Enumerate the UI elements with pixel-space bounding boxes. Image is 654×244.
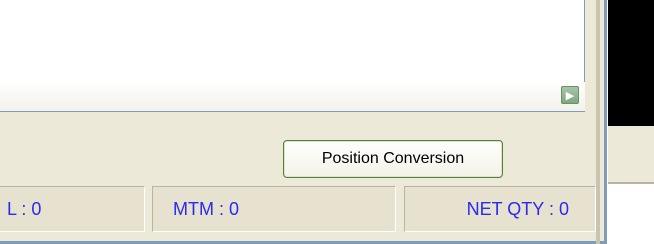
scroll-right-glyph: ▶ bbox=[565, 88, 575, 102]
position-conversion-label: Position Conversion bbox=[321, 150, 465, 167]
position-conversion-button[interactable]: Position Conversion bbox=[283, 140, 503, 178]
background-window-rule bbox=[608, 182, 654, 184]
window-divider bbox=[596, 0, 600, 244]
net-qty-status-cell: NET QTY : 0 bbox=[404, 186, 596, 232]
horizontal-scrollbar[interactable] bbox=[0, 82, 585, 111]
mtm-status-text: MTM : 0 bbox=[173, 198, 239, 219]
status-bar: L : 0 MTM : 0 NET QTY : 0 bbox=[0, 186, 596, 234]
pnl-status-cell: L : 0 bbox=[0, 186, 145, 232]
net-qty-status-text: NET QTY : 0 bbox=[466, 198, 569, 219]
positions-window: ▶ Position Conversion L : 0 MTM : 0 NET … bbox=[0, 0, 607, 244]
mtm-status-cell: MTM : 0 bbox=[152, 186, 396, 232]
background-window-strip bbox=[608, 126, 654, 182]
pnl-status-text: L : 0 bbox=[7, 198, 42, 219]
background-window-panel bbox=[608, 0, 654, 126]
scroll-right-icon[interactable]: ▶ bbox=[561, 86, 579, 104]
